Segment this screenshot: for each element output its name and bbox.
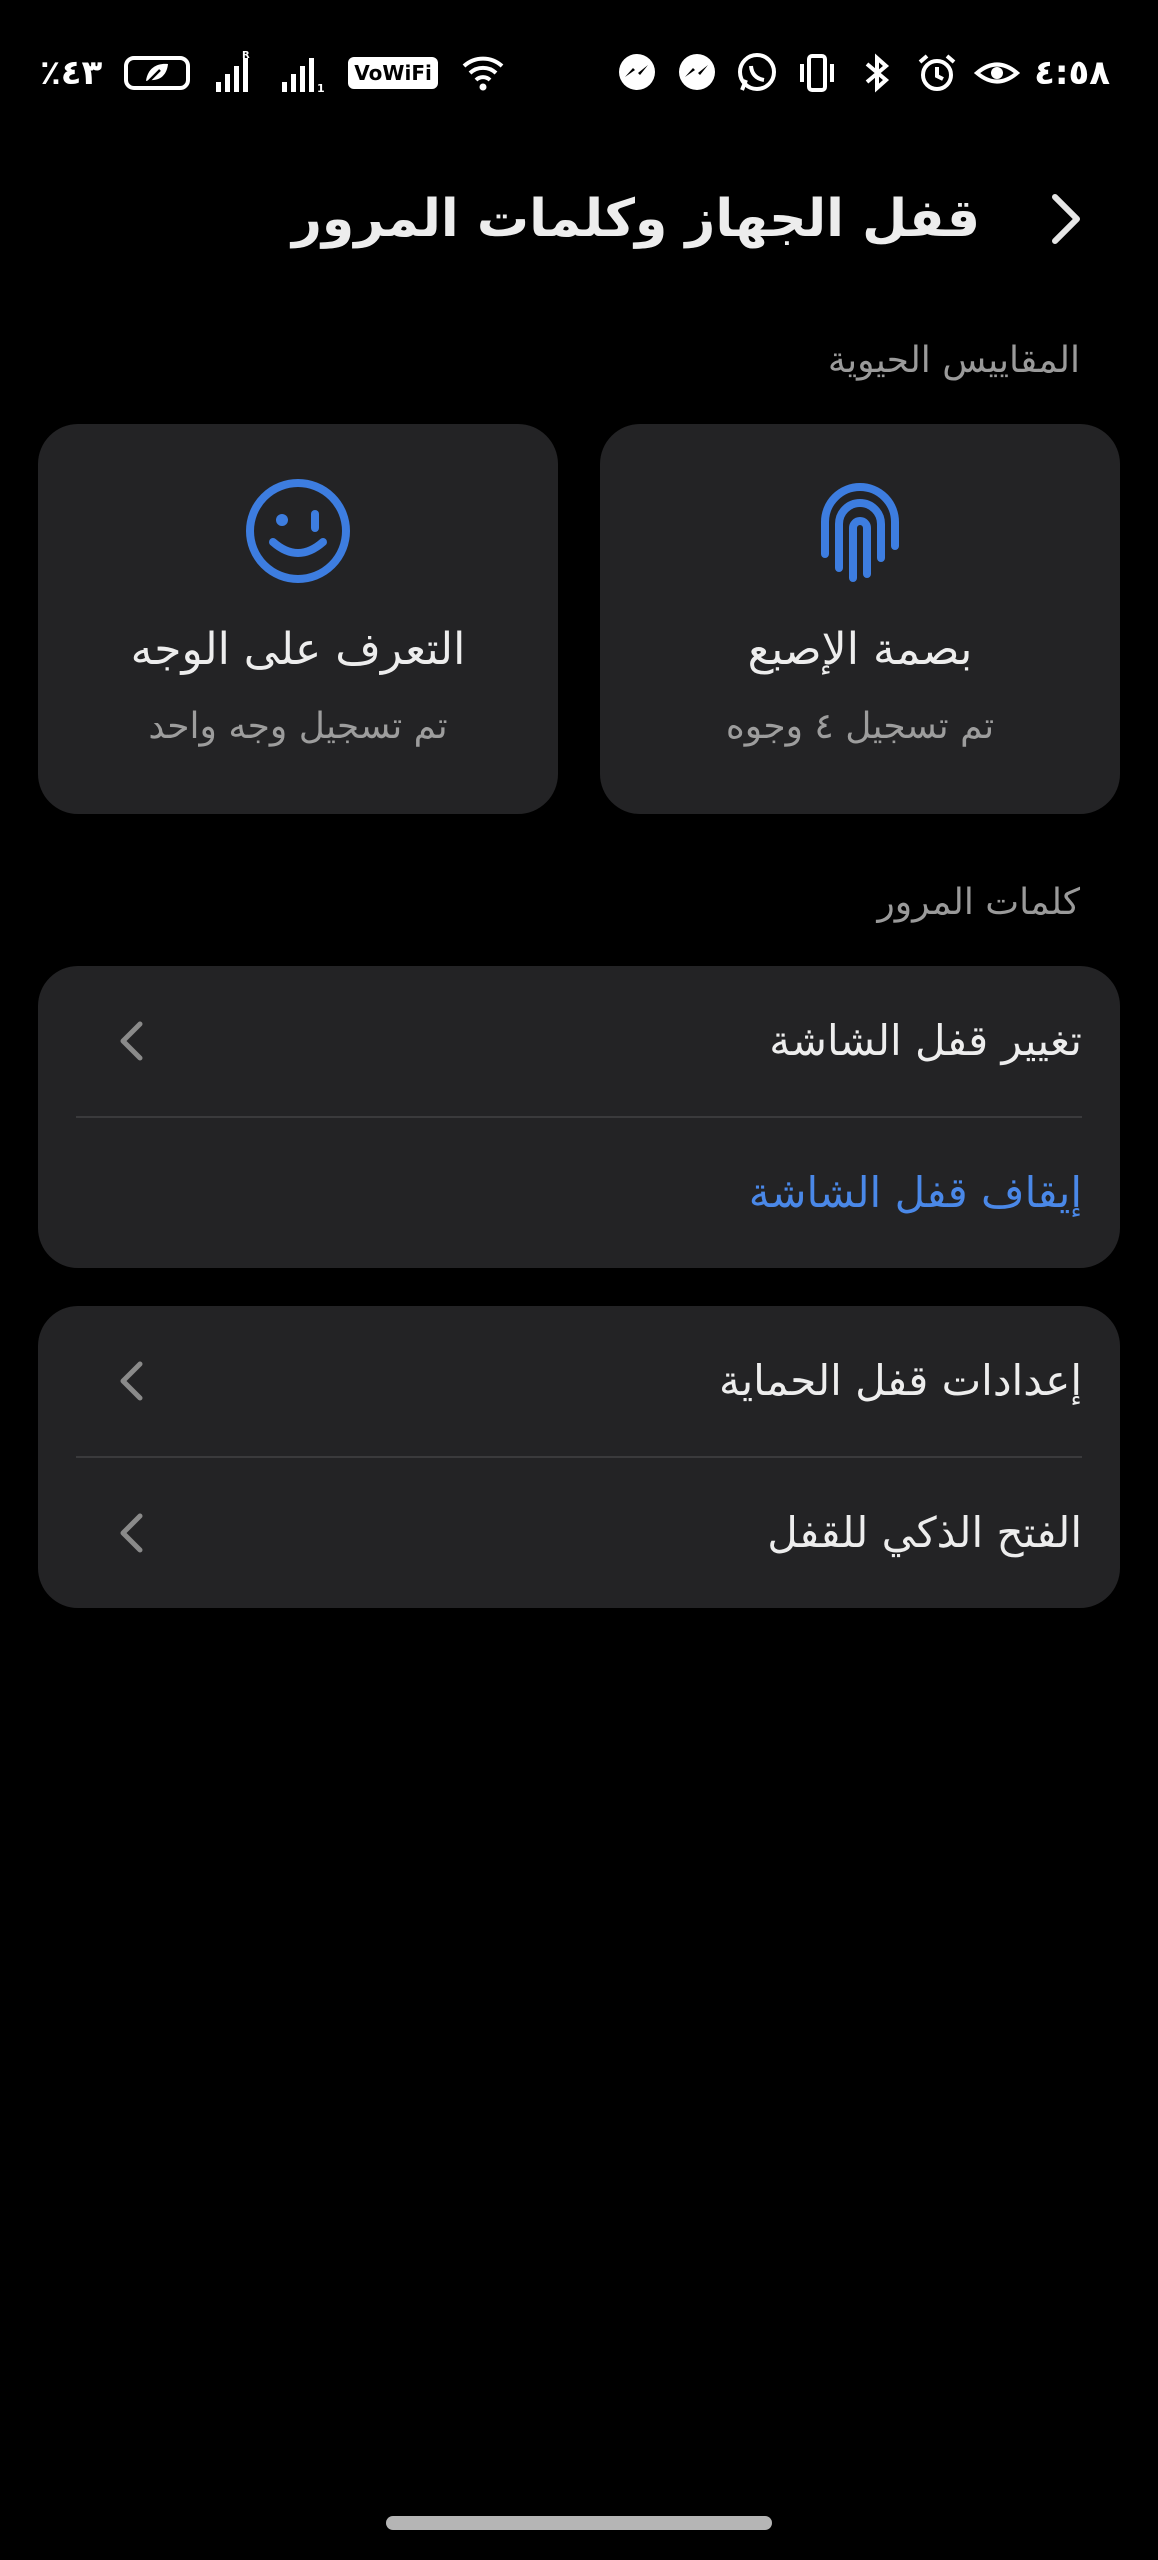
eye-comfort-icon (974, 50, 1021, 96)
change-screen-lock-row[interactable]: تغيير قفل الشاشة (38, 966, 1120, 1116)
passwords-card: تغيير قفل الشاشة إيقاف قفل الشاشة (38, 966, 1120, 1268)
cellular-signal-icon: 1 (280, 50, 326, 96)
biometrics-section-label: المقاييس الحيوية (827, 340, 1080, 381)
vowifi-badge: VoWiFi (348, 57, 438, 89)
back-button[interactable] (1030, 184, 1100, 254)
bluetooth-icon (854, 50, 900, 96)
messenger-icon (614, 50, 660, 96)
vibrate-icon (794, 50, 840, 96)
status-bar: ٪٤٣ R 1 VoWiFi ٤:٥٨ (0, 0, 1158, 150)
passwords-section-label: كلمات المرور (877, 882, 1080, 923)
app-header: قفل الجهاز وكلمات المرور (0, 170, 1158, 270)
protection-lock-settings-row[interactable]: إعدادات قفل الحماية (38, 1306, 1120, 1456)
lock-options-card: إعدادات قفل الحماية الفتح الذكي للقفل (38, 1306, 1120, 1608)
smart-unlock-row[interactable]: الفتح الذكي للقفل (38, 1458, 1120, 1608)
page-title: قفل الجهاز وكلمات المرور (291, 189, 980, 249)
messenger-icon-2 (674, 50, 720, 96)
status-bar-left: ٪٤٣ R 1 VoWiFi (40, 48, 506, 98)
turn-off-screen-lock-label: إيقاف قفل الشاشة (748, 1168, 1082, 1217)
status-bar-right: ٤:٥٨ (614, 48, 1110, 98)
fingerprint-card[interactable]: بصمة الإصبع تم تسجيل ٤ وجوه (600, 424, 1120, 814)
face-recognition-title: التعرف على الوجه (130, 624, 466, 675)
alarm-icon (914, 50, 960, 96)
cellular-signal-roaming-icon: R (212, 50, 258, 96)
face-recognition-subtitle: تم تسجيل وجه واحد (148, 706, 448, 747)
whatsapp-icon (734, 50, 780, 96)
turn-off-screen-lock-row[interactable]: إيقاف قفل الشاشة (38, 1118, 1120, 1268)
svg-text:1: 1 (317, 82, 325, 95)
svg-text:R: R (242, 50, 250, 61)
chevron-left-icon (120, 1361, 143, 1401)
battery-percent: ٪٤٣ (40, 53, 103, 93)
clock: ٤:٥٨ (1034, 53, 1110, 93)
face-recognition-card[interactable]: التعرف على الوجه تم تسجيل وجه واحد (38, 424, 558, 814)
change-screen-lock-label: تغيير قفل الشاشة (769, 1016, 1082, 1065)
smart-unlock-label: الفتح الذكي للقفل (767, 1508, 1082, 1557)
wifi-icon (460, 50, 506, 96)
fingerprint-title: بصمة الإصبع (747, 624, 973, 675)
fingerprint-subtitle: تم تسجيل ٤ وجوه (725, 706, 995, 747)
home-indicator[interactable] (386, 2516, 772, 2530)
chevron-left-icon (120, 1513, 143, 1553)
battery-saver-icon (124, 56, 191, 90)
face-recognition-icon (246, 479, 350, 583)
protection-lock-settings-label: إعدادات قفل الحماية (718, 1356, 1082, 1405)
chevron-left-icon (120, 1021, 143, 1061)
fingerprint-icon (821, 483, 899, 582)
chevron-right-icon (1052, 194, 1080, 244)
